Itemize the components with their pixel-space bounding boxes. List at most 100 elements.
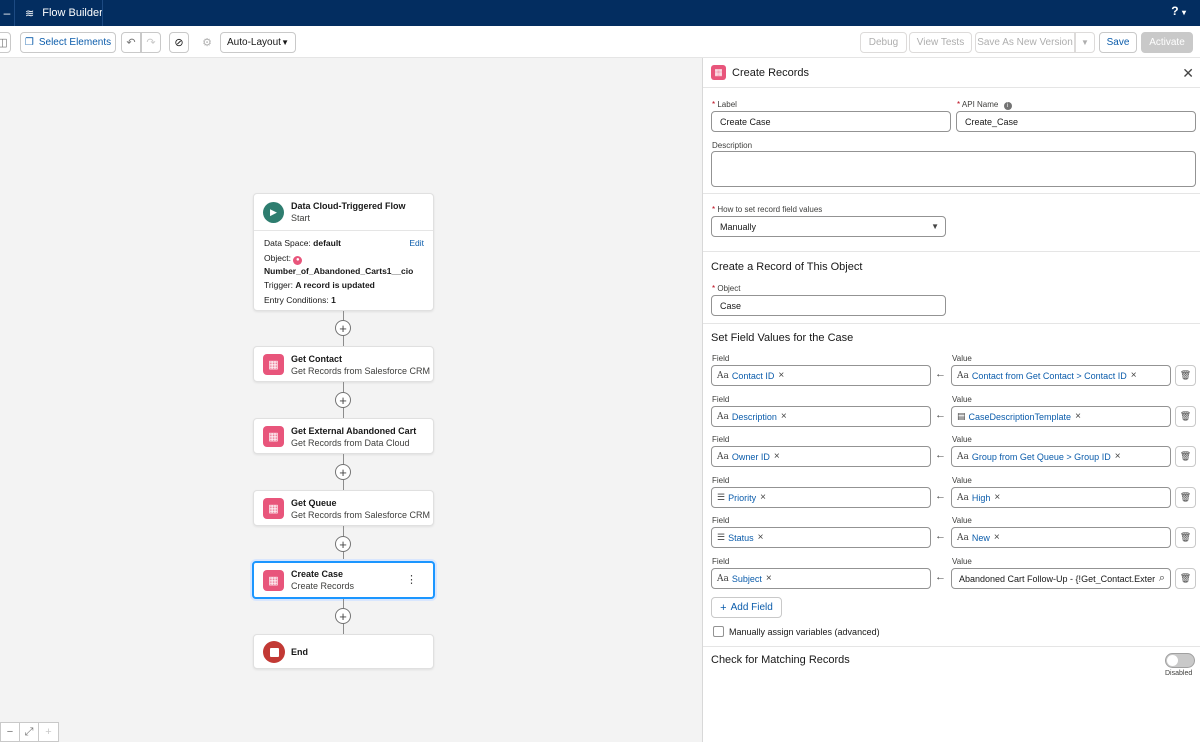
app-brand: ≋ Flow Builder <box>25 7 103 20</box>
info-icon[interactable]: i <box>1003 102 1012 110</box>
delete-row-icon[interactable]: 🗑 <box>1175 446 1196 467</box>
debug-button[interactable]: Debug <box>860 32 907 53</box>
value-picker[interactable]: ▤ CaseDescriptionTemplate × <box>951 406 1171 427</box>
field-pill: Aa Owner ID × <box>717 451 780 462</box>
help-menu[interactable]: ? ▾ <box>1171 4 1186 18</box>
field-picker[interactable]: ☰ Priority × <box>711 487 931 508</box>
redo-icon[interactable]: ↷ <box>141 32 161 53</box>
picklist-icon: ☰ <box>717 492 726 503</box>
add-element-icon[interactable]: + <box>335 320 351 336</box>
caret-down-icon: ▼ <box>931 222 939 231</box>
object-input[interactable]: Case <box>711 295 946 316</box>
value-picker[interactable]: Abandoned Cart Follow-Up - {!Get_Contact… <box>951 568 1171 589</box>
view-tests-button[interactable]: View Tests <box>909 32 972 53</box>
node-text: End <box>291 647 308 657</box>
text-field-icon: Aa <box>957 451 969 462</box>
undo-icon[interactable]: ↶ <box>121 32 141 53</box>
chevron-down-icon: ▾ <box>1181 8 1186 17</box>
field-pill: Aa Contact ID × <box>717 370 784 381</box>
add-element-icon[interactable]: + <box>335 464 351 480</box>
field-picker[interactable]: ☰ Status × <box>711 527 931 548</box>
field-picker[interactable]: Aa Description × <box>711 406 931 427</box>
add-element-icon[interactable]: + <box>335 536 351 552</box>
get-contact-node[interactable]: ▦ Get Contact Get Records from Salesforc… <box>253 346 434 382</box>
node-text: Create Case Create Records <box>291 569 354 591</box>
object-text: Object <box>717 284 741 293</box>
object-row: Object: ● <box>264 253 303 265</box>
flow-canvas[interactable]: ▶ Data Cloud-Triggered Flow Start Data S… <box>0 58 702 742</box>
add-field-button[interactable]: + Add Field <box>711 597 782 618</box>
fit-view-icon[interactable]: ⤢ <box>20 723 39 741</box>
value-picker[interactable]: Aa New × <box>951 527 1171 548</box>
delete-row-icon[interactable]: 🗑 <box>1175 406 1196 427</box>
description-textarea[interactable] <box>711 151 1196 187</box>
text-template-icon: ▤ <box>957 411 966 422</box>
value-picker[interactable]: Aa Contact from Get Contact > Contact ID × <box>951 365 1171 386</box>
close-icon[interactable]: ✕ <box>1182 65 1194 82</box>
remove-pill-icon[interactable]: × <box>1131 370 1137 381</box>
add-element-icon[interactable]: + <box>335 392 351 408</box>
zoom-in-icon[interactable]: + <box>39 723 58 741</box>
more-actions-icon[interactable]: ⋮ <box>406 573 417 586</box>
save-menu-chevron-icon[interactable]: ▼ <box>1075 32 1095 53</box>
how-to-set-select[interactable]: Manually ▼ <box>711 216 946 237</box>
remove-pill-icon[interactable]: × <box>778 370 784 381</box>
select-elements-button[interactable]: ❐ Select Elements <box>20 32 116 53</box>
add-element-icon[interactable]: + <box>335 608 351 624</box>
label-input[interactable]: Create Case <box>711 111 951 132</box>
field-pill: Aa Subject × <box>717 573 772 584</box>
field-picker[interactable]: Aa Contact ID × <box>711 365 931 386</box>
start-node[interactable]: ▶ Data Cloud-Triggered Flow Start Data S… <box>253 193 434 311</box>
field-column-label: Field <box>712 557 730 566</box>
delete-row-icon[interactable]: 🗑 <box>1175 365 1196 386</box>
value-text: Group from Get Queue > Group ID <box>971 451 1111 462</box>
get-queue-node[interactable]: ▦ Get Queue Get Records from Salesforce … <box>253 490 434 526</box>
end-node[interactable]: End <box>253 634 434 669</box>
assign-arrow-icon: ← <box>935 409 946 421</box>
value-picker[interactable]: Aa High × <box>951 487 1171 508</box>
matching-records-toggle[interactable] <box>1165 653 1195 668</box>
save-as-new-version-button[interactable]: Save As New Version <box>975 32 1075 53</box>
value-picker[interactable]: Aa Group from Get Queue > Group ID × <box>951 446 1171 467</box>
value-text: New <box>971 532 990 543</box>
create-case-node[interactable]: ▦ Create Case Create Records ⋮ <box>252 561 435 599</box>
field-name: Priority <box>728 492 757 503</box>
delete-row-icon[interactable]: 🗑 <box>1175 568 1196 589</box>
value-text: High <box>971 492 991 503</box>
get-external-abandoned-cart-node[interactable]: ▦ Get External Abandoned Cart Get Record… <box>253 418 434 454</box>
assign-arrow-icon: ← <box>935 490 946 502</box>
edit-link[interactable]: Edit <box>409 238 424 248</box>
value-column-label: Value <box>952 395 972 404</box>
text-field-icon: Aa <box>957 370 969 381</box>
field-picker[interactable]: Aa Subject × <box>711 568 931 589</box>
app-title: Flow Builder <box>42 7 103 19</box>
block-icon[interactable]: ⊘ <box>169 32 189 53</box>
remove-pill-icon[interactable]: × <box>1075 411 1081 422</box>
manual-assign-checkbox[interactable] <box>713 626 724 637</box>
toggle-panel-icon[interactable]: ◫ <box>0 32 11 53</box>
activate-button[interactable]: Activate <box>1141 32 1193 53</box>
settings-gear-icon[interactable]: ⚙ <box>197 32 217 53</box>
zoom-out-icon[interactable]: − <box>1 723 20 741</box>
api-name-input[interactable]: Create_Case <box>956 111 1196 132</box>
delete-row-icon[interactable]: 🗑 <box>1175 487 1196 508</box>
text-field-icon: Aa <box>717 573 729 584</box>
layout-select[interactable]: Auto-Layout ▼ <box>220 32 296 53</box>
entry-conditions-row: Entry Conditions: 1 <box>264 295 336 305</box>
section-divider <box>703 323 1200 324</box>
remove-pill-icon[interactable]: × <box>760 492 766 503</box>
remove-pill-icon[interactable]: × <box>994 492 1000 503</box>
delete-row-icon[interactable]: 🗑 <box>1175 527 1196 548</box>
properties-panel: ▦ Create Records ✕ * Label Create Case *… <box>702 58 1200 742</box>
remove-pill-icon[interactable]: × <box>781 411 787 422</box>
stop-icon <box>263 641 285 663</box>
remove-pill-icon[interactable]: × <box>774 451 780 462</box>
remove-pill-icon[interactable]: × <box>758 532 764 543</box>
remove-pill-icon[interactable]: × <box>994 532 1000 543</box>
entry-conditions-value: 1 <box>331 295 336 305</box>
save-button[interactable]: Save <box>1099 32 1137 53</box>
menu-icon[interactable]: – <box>0 0 14 26</box>
field-picker[interactable]: Aa Owner ID × <box>711 446 931 467</box>
remove-pill-icon[interactable]: × <box>1115 451 1121 462</box>
remove-pill-icon[interactable]: × <box>766 573 772 584</box>
